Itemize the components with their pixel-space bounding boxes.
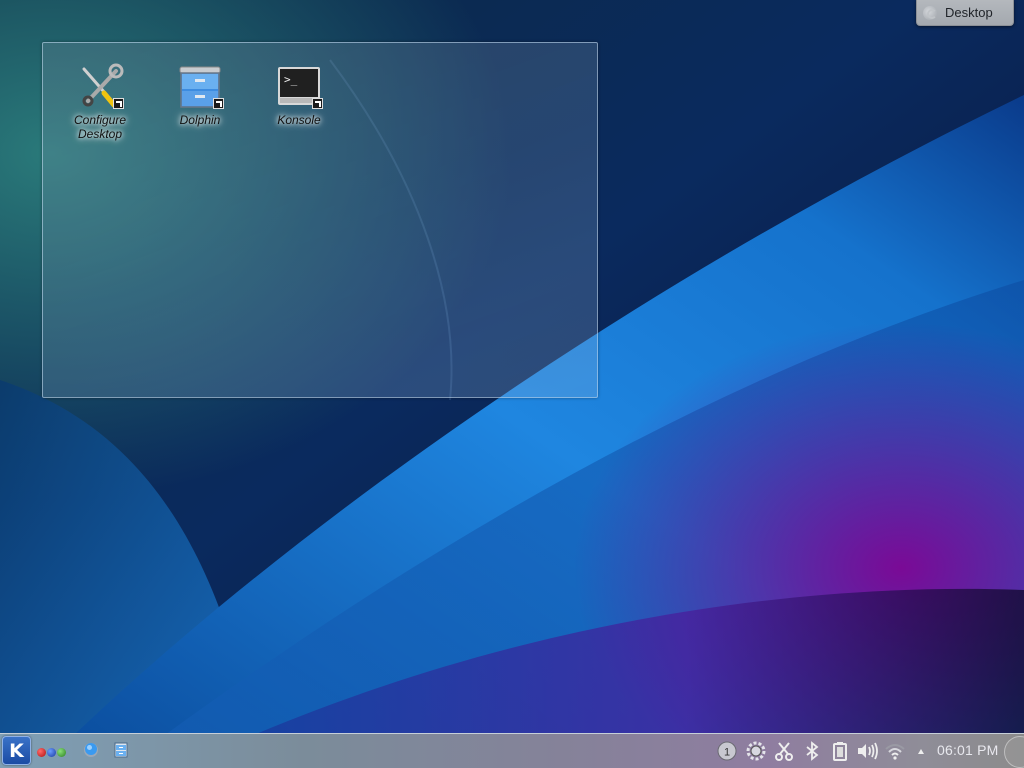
application-launcher-button[interactable]: K [2, 736, 31, 765]
tray-expand-arrow-icon [918, 749, 924, 754]
bluetooth-icon [806, 741, 819, 761]
icon-label: Dolphin [179, 113, 221, 127]
battery-button[interactable] [829, 740, 851, 762]
shortcut-arrow-icon [312, 98, 323, 109]
desktop-icon-configure-desktop[interactable]: Configure Desktop [55, 63, 145, 143]
file-manager-icon [114, 742, 128, 758]
battery-icon [833, 742, 847, 761]
kde-logo-icon: K [9, 739, 24, 762]
icon-label: Configure Desktop [73, 113, 127, 141]
notifications-button[interactable]: 1 [716, 740, 738, 762]
pager-desktop-3[interactable] [57, 748, 66, 757]
updates-button[interactable] [745, 740, 767, 762]
desktop-icon-dolphin[interactable]: Dolphin [155, 63, 245, 129]
network-button[interactable] [884, 740, 906, 762]
digital-clock[interactable]: 06:01 PM [937, 742, 999, 758]
updates-gear-icon [746, 741, 766, 761]
desktop-icon-konsole[interactable]: >_ Konsole [254, 63, 344, 129]
shortcut-arrow-icon [213, 98, 224, 109]
clipboard-button[interactable] [773, 740, 795, 762]
svg-text:1: 1 [724, 747, 730, 759]
toolbox-label: Desktop [945, 5, 993, 20]
pager-desktop-2[interactable] [47, 748, 56, 757]
volume-button[interactable] [856, 740, 878, 762]
shortcut-arrow-icon [113, 98, 124, 109]
bluetooth-button[interactable] [801, 740, 823, 762]
icon-label: Konsole [277, 113, 321, 127]
kickoff-area: K [0, 733, 36, 768]
plasma-cashew-icon [923, 5, 937, 20]
tray-expand-button[interactable] [910, 740, 932, 762]
svg-text:>_: >_ [284, 73, 298, 86]
wifi-icon [885, 744, 905, 760]
dolphin-launcher[interactable] [112, 741, 130, 759]
pager-desktop-1[interactable] [37, 748, 46, 757]
clipboard-scissors-icon [775, 742, 793, 761]
folder-view-widget[interactable]: Configure Desktop Dolphin >_ Konsole [42, 42, 598, 398]
system-settings-icon [84, 743, 98, 757]
notifications-icon: 1 [717, 741, 737, 761]
virtual-desktop-pager[interactable] [37, 748, 66, 757]
volume-icon [858, 742, 878, 760]
desktop-toolbox-button[interactable]: Desktop [916, 0, 1014, 26]
system-settings-launcher[interactable] [82, 741, 100, 759]
